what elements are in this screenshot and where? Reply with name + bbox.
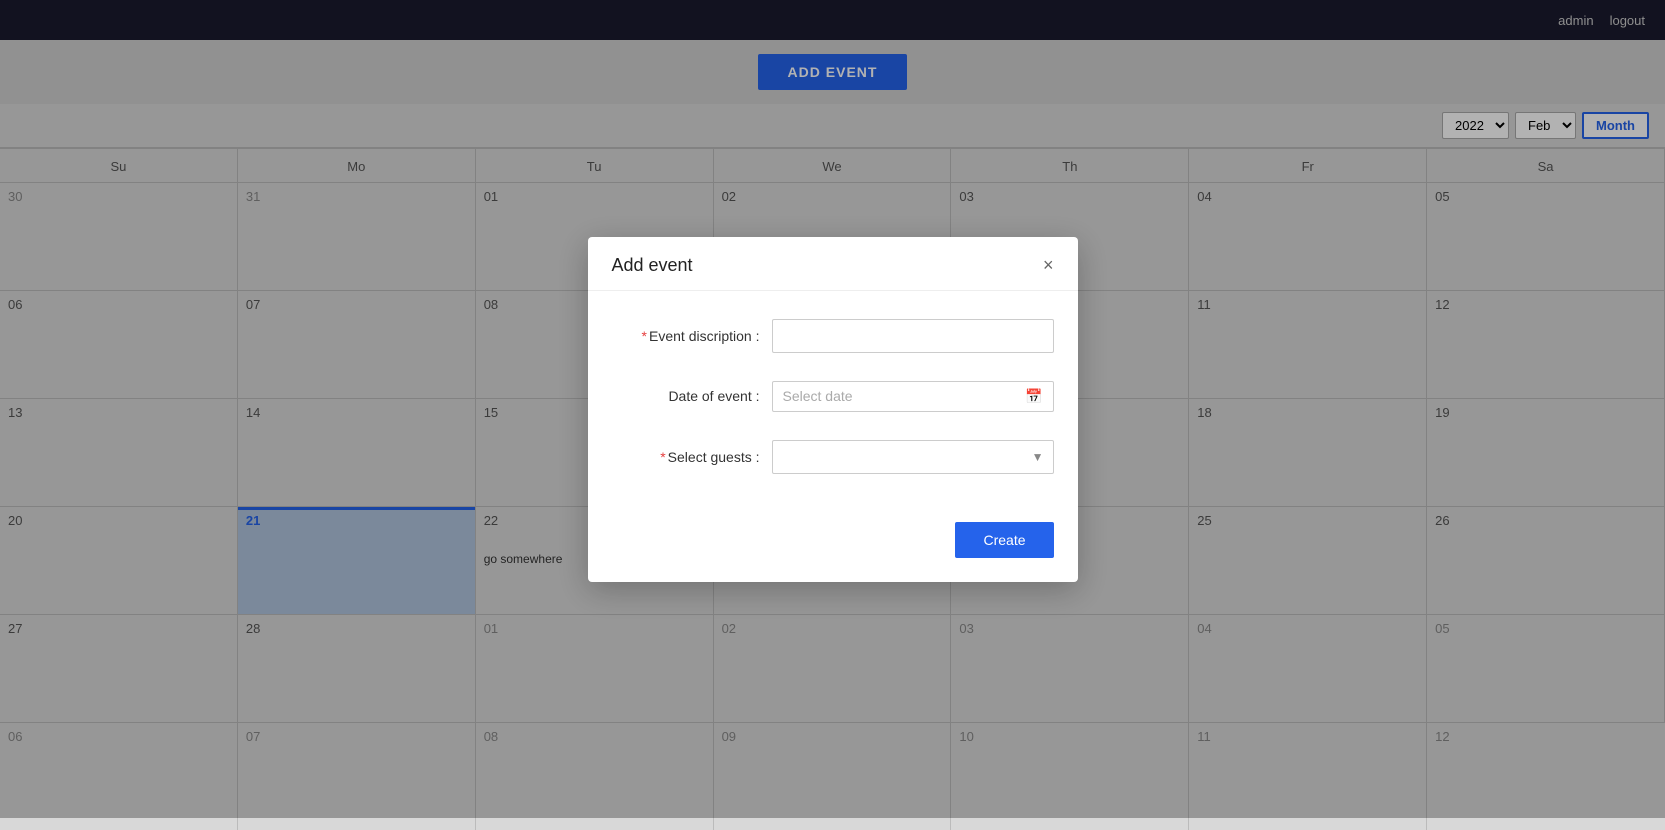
modal-header: Add event × (588, 237, 1078, 291)
modal-title: Add event (612, 255, 693, 276)
date-of-event-row: Date of event : Select date 📅 (612, 381, 1054, 412)
add-event-modal: Add event × *Event discription : Date of… (588, 237, 1078, 582)
create-button[interactable]: Create (955, 522, 1053, 558)
guests-select[interactable] (772, 440, 1054, 474)
calendar-icon: 📅 (1025, 388, 1042, 405)
required-star-1: * (642, 328, 647, 344)
modal-footer: Create (588, 522, 1078, 582)
date-placeholder: Select date (783, 388, 1020, 404)
event-description-label: *Event discription : (612, 328, 772, 344)
event-description-input[interactable] (772, 319, 1054, 353)
required-star-2: * (660, 449, 665, 465)
date-of-event-label: Date of event : (612, 388, 772, 404)
select-guests-row: *Select guests : ▼ (612, 440, 1054, 474)
select-guests-label: *Select guests : (612, 449, 772, 465)
modal-overlay[interactable]: Add event × *Event discription : Date of… (0, 0, 1665, 818)
event-description-row: *Event discription : (612, 319, 1054, 353)
guests-select-wrap: ▼ (772, 440, 1054, 474)
date-picker[interactable]: Select date 📅 (772, 381, 1054, 412)
modal-body: *Event discription : Date of event : Sel… (588, 291, 1078, 522)
modal-close-button[interactable]: × (1043, 256, 1054, 274)
